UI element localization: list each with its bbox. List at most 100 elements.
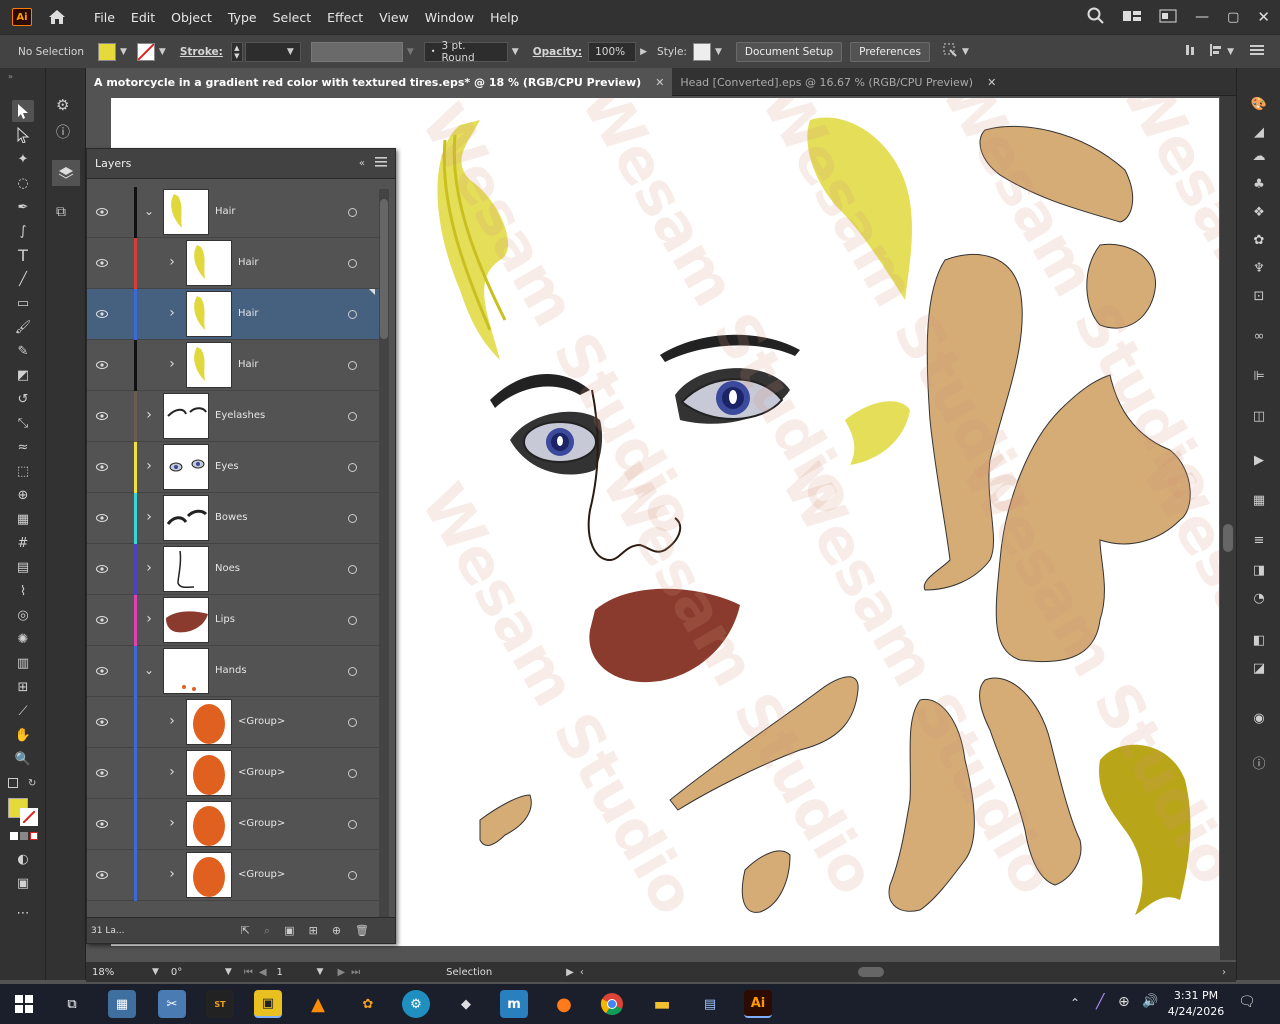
- menu-window[interactable]: Window: [417, 10, 482, 25]
- shaper-tool-icon[interactable]: ✎: [12, 340, 34, 362]
- zoom-tool-icon[interactable]: 🔍: [12, 748, 34, 770]
- rectangle-tool-icon[interactable]: ▭: [12, 292, 34, 314]
- chevron-right-icon[interactable]: ›: [166, 815, 178, 831]
- color-panel-icon[interactable]: 🎨: [1249, 94, 1269, 114]
- export-icon[interactable]: ⇱: [241, 924, 250, 937]
- collapse-icon[interactable]: »: [8, 72, 13, 81]
- visibility-eye-icon[interactable]: [95, 205, 109, 219]
- layer-name[interactable]: Bowes: [215, 512, 248, 523]
- align-panel-icon[interactable]: ⊫: [1249, 366, 1269, 386]
- layer-row[interactable]: › Eyes: [87, 442, 379, 493]
- cc-libraries-icon[interactable]: ☁: [1249, 146, 1269, 166]
- visibility-eye-icon[interactable]: [95, 307, 109, 321]
- visibility-eye-icon[interactable]: [95, 562, 109, 576]
- stroke-color-swatch[interactable]: [20, 808, 38, 826]
- target-circle-icon[interactable]: [348, 259, 357, 268]
- appearance-icon[interactable]: ◧: [1249, 630, 1269, 650]
- info-icon[interactable]: ⓘ: [56, 122, 70, 142]
- tab-document-active[interactable]: A motorcycle in a gradient red color wit…: [86, 68, 673, 96]
- layer-name[interactable]: Lips: [215, 614, 235, 625]
- layer-row[interactable]: › <Group>: [87, 850, 379, 901]
- layer-row[interactable]: › Hair: [87, 238, 379, 289]
- type-tool-icon[interactable]: T: [12, 244, 34, 266]
- asset-export-icon[interactable]: ◉: [1249, 708, 1269, 728]
- paintbrush-tool-icon[interactable]: 🖌: [12, 316, 34, 338]
- layer-name[interactable]: Hair: [215, 206, 236, 217]
- file-explorer-icon[interactable]: ▬: [648, 990, 676, 1018]
- hand-tool-icon[interactable]: ✋: [12, 724, 34, 746]
- target-circle-icon[interactable]: [348, 514, 357, 523]
- layer-row[interactable]: › Noes: [87, 544, 379, 595]
- layer-name[interactable]: <Group>: [238, 869, 285, 880]
- firefox-icon[interactable]: ●: [550, 990, 578, 1018]
- chevron-down-icon[interactable]: ▼: [1227, 47, 1234, 57]
- lasso-tool-icon[interactable]: ◌: [12, 172, 34, 194]
- menu-select[interactable]: Select: [265, 10, 320, 25]
- layer-name[interactable]: Hair: [238, 359, 259, 370]
- layer-row[interactable]: › Hair: [87, 289, 379, 340]
- free-transform-tool-icon[interactable]: ⬚: [12, 460, 34, 482]
- paint-app-icon[interactable]: ▤: [696, 990, 724, 1018]
- graphic-style-swatch[interactable]: [692, 42, 711, 61]
- layers-panel-icon[interactable]: [52, 160, 80, 186]
- rotate-tool-icon[interactable]: ↺: [12, 388, 34, 410]
- layer-name[interactable]: <Group>: [238, 767, 285, 778]
- visibility-eye-icon[interactable]: [95, 868, 109, 882]
- layer-name[interactable]: <Group>: [238, 818, 285, 829]
- preferences-button[interactable]: Preferences: [850, 41, 930, 62]
- scroll-right-icon[interactable]: ›: [1222, 967, 1226, 978]
- vlc-icon[interactable]: ▲: [304, 990, 332, 1018]
- chevron-down-icon[interactable]: ▼: [159, 47, 166, 57]
- panel-menu-icon[interactable]: [1250, 44, 1264, 59]
- properties-icon[interactable]: ⚙: [56, 96, 69, 114]
- studio-app-icon[interactable]: ST: [206, 990, 234, 1018]
- selection-tool-icon[interactable]: [12, 100, 34, 122]
- minimize-icon[interactable]: —: [1195, 9, 1209, 25]
- color-mode-icons[interactable]: [10, 832, 38, 842]
- menu-file[interactable]: File: [86, 10, 123, 25]
- stroke-stepper[interactable]: ▲ ▼: [230, 41, 243, 62]
- menu-effect[interactable]: Effect: [319, 10, 371, 25]
- mesh-tool-icon[interactable]: #: [12, 532, 34, 554]
- chevron-right-icon[interactable]: ▶: [566, 967, 574, 978]
- target-circle-icon[interactable]: [348, 616, 357, 625]
- delete-icon[interactable]: 🗑: [355, 924, 369, 937]
- layer-row[interactable]: › Hair: [87, 340, 379, 391]
- slice-tool-icon[interactable]: ⟋: [12, 700, 34, 722]
- chevron-down-icon[interactable]: ▼: [152, 967, 159, 977]
- artboard-number[interactable]: 1: [277, 967, 313, 978]
- opacity-input[interactable]: 100%: [588, 41, 637, 62]
- target-circle-icon[interactable]: [348, 463, 357, 472]
- layers-right-icon[interactable]: [1249, 672, 1269, 692]
- chevron-right-icon[interactable]: ›: [166, 764, 178, 780]
- layer-name[interactable]: Noes: [215, 563, 240, 574]
- pathfinder-icon[interactable]: ◫: [1249, 406, 1269, 426]
- store-app-icon[interactable]: m: [500, 990, 528, 1018]
- new-layer-icon[interactable]: ⊕: [332, 924, 341, 937]
- rotation-angle[interactable]: 0°: [171, 967, 221, 978]
- layer-row[interactable]: › Lips: [87, 595, 379, 646]
- layer-row[interactable]: ⌄ Hands: [87, 646, 379, 697]
- close-icon[interactable]: ✕: [1257, 8, 1270, 26]
- stroke-weight-input[interactable]: ▼: [244, 41, 301, 62]
- scroll-left-icon[interactable]: ‹: [580, 967, 584, 978]
- stroke-panel-icon[interactable]: ≡: [1249, 530, 1269, 550]
- visibility-eye-icon[interactable]: [95, 256, 109, 270]
- inkscape-icon[interactable]: ◆: [452, 990, 480, 1018]
- layer-row[interactable]: › <Group>: [87, 748, 379, 799]
- isolate-icon[interactable]: [942, 42, 958, 61]
- column-graph-tool-icon[interactable]: ▥: [12, 652, 34, 674]
- clipping-mask-icon[interactable]: ▣: [284, 924, 294, 937]
- close-icon[interactable]: ✕: [655, 76, 664, 89]
- scale-tool-icon[interactable]: ⤡: [12, 412, 34, 434]
- chevron-down-icon[interactable]: ⌄: [143, 204, 155, 218]
- menu-edit[interactable]: Edit: [123, 10, 163, 25]
- search-icon[interactable]: [1087, 7, 1105, 28]
- new-sublayer-icon[interactable]: ⊞: [309, 924, 318, 937]
- layer-row[interactable]: › Bowes: [87, 493, 379, 544]
- target-circle-icon[interactable]: [348, 208, 357, 217]
- system-clock[interactable]: 3:31 PM 4/24/2026: [1166, 988, 1226, 1020]
- document-setup-button[interactable]: Document Setup: [735, 41, 843, 62]
- visibility-eye-icon[interactable]: [95, 460, 109, 474]
- visibility-eye-icon[interactable]: [95, 664, 109, 678]
